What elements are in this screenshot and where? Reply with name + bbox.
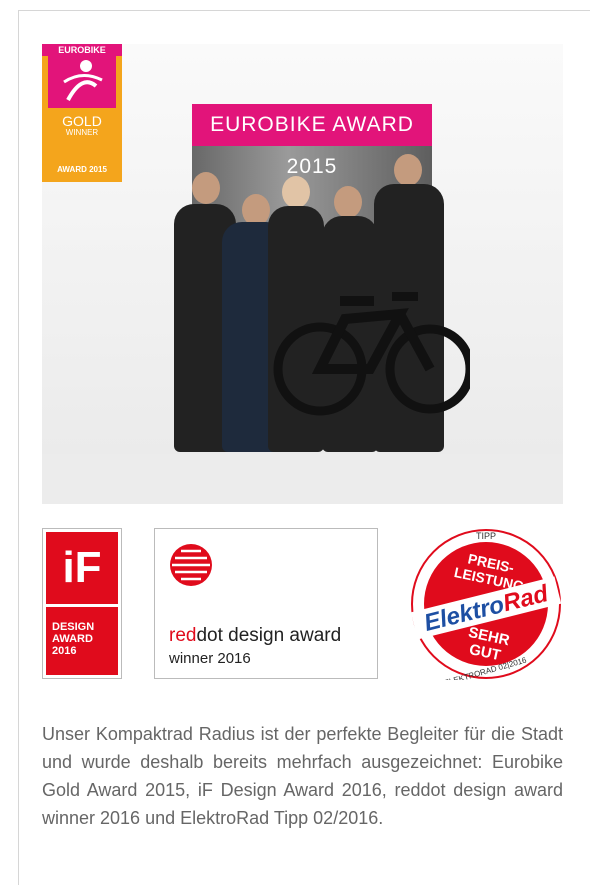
reddot-wordmark: reddot design award: [169, 625, 341, 647]
reddot-winner: winner 2016: [169, 650, 251, 667]
person-head: [394, 154, 422, 186]
if-line-year: 2016: [52, 645, 77, 657]
if-award-text: DESIGN AWARD 2016: [46, 607, 118, 675]
if-line-design: DESIGN: [52, 621, 95, 633]
person-head: [282, 176, 310, 208]
award-year-label: AWARD 2015: [57, 165, 107, 174]
eurobike-gold-badge: EUROBIKE GOLD WINNER AWARD 2015: [42, 44, 122, 182]
stage-floor: [42, 454, 563, 504]
reddot-icon: [170, 544, 212, 586]
if-logo: iF: [46, 532, 118, 604]
reddot-award-logo: reddot design award winner 2016: [154, 528, 378, 679]
person-head: [334, 186, 362, 218]
cyclist-logo-icon: [48, 56, 116, 108]
eurobike-award-banner: EUROBIKE AWARD 2015: [192, 104, 432, 178]
reddot-design-award: design award: [222, 625, 342, 646]
person-head: [192, 172, 220, 204]
award-description: Unser Kompaktrad Radius ist der perfekte…: [42, 724, 563, 828]
seal-tipp: TIPP: [476, 531, 496, 541]
winner-label: WINNER: [65, 128, 99, 137]
if-line-award: AWARD: [52, 633, 93, 645]
reddot-dot: dot: [196, 625, 223, 646]
elektrorad-seal: TIPP PREIS- LEISTUNG ElektroRad SEHR GUT…: [410, 529, 562, 680]
reddot-red: red: [169, 625, 197, 646]
e-bike-illustration: [273, 292, 470, 416]
if-design-award-logo: iF DESIGN AWARD 2016: [42, 528, 122, 679]
gold-label: GOLD: [62, 113, 102, 129]
eurobike-brand: EUROBIKE: [42, 44, 122, 56]
